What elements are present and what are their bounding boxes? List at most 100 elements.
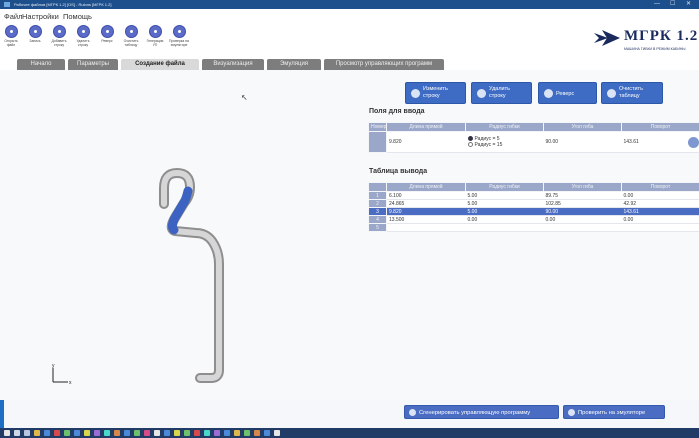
menu-settings[interactable]: Настройки: [22, 12, 59, 21]
reverse-button[interactable]: Реверс: [96, 25, 118, 43]
radius-option-15[interactable]: Радиус = 15: [467, 142, 542, 148]
col-radius: Радиус гибки: [465, 122, 544, 132]
table-row[interactable]: 4 13.500 0.00 0.00 0.00: [368, 215, 699, 224]
taskbar: [0, 428, 699, 438]
out-col-length: Длина прямой: [386, 182, 466, 192]
taskbar-app-icon[interactable]: [224, 430, 230, 436]
apply-icon[interactable]: [688, 137, 699, 148]
taskbar-app-icon[interactable]: [234, 430, 240, 436]
menu-help[interactable]: Помощь: [63, 12, 92, 21]
output-section-title: Таблица вывода: [369, 168, 428, 175]
taskbar-app-icon[interactable]: [134, 430, 140, 436]
table-row[interactable]: 5: [368, 223, 699, 232]
taskbar-app-icon[interactable]: [94, 430, 100, 436]
start-icon[interactable]: [4, 430, 10, 436]
check-emulator-bottom-button[interactable]: Проверить на эмуляторе: [563, 405, 665, 419]
taskbar-app-icon[interactable]: [264, 430, 270, 436]
length-input[interactable]: 9.820: [386, 131, 466, 153]
open-file-button[interactable]: Открыть файл: [0, 25, 22, 47]
maximize-icon[interactable]: ☐: [670, 0, 675, 9]
taskbar-app-icon[interactable]: [144, 430, 150, 436]
logo: МГРК 1.2 МАШИНА ГИБКИ В РЕЖИМ КАБИНЫ: [594, 26, 699, 56]
out-col-angle: Угол гиба: [543, 182, 622, 192]
table-row-selected[interactable]: 3 9.820 5.00 90.00 143.61: [368, 207, 699, 216]
edit-row-button[interactable]: Изменить строку: [405, 82, 466, 104]
taskbar-app-icon[interactable]: [24, 430, 30, 436]
add-icon: [52, 25, 66, 38]
reverse-action-button[interactable]: Реверс: [538, 82, 597, 104]
reverse-icon: [544, 89, 553, 98]
input-row-number: [368, 131, 387, 153]
clear-icon: [124, 25, 138, 38]
table-row[interactable]: 2 24.865 5.00 102.85 42.92: [368, 199, 699, 208]
input-section-title: Поля для ввода: [369, 108, 425, 115]
close-icon[interactable]: ✕: [686, 0, 691, 9]
taskbar-app-icon[interactable]: [164, 430, 170, 436]
taskbar-folder-icon[interactable]: [34, 430, 40, 436]
save-button[interactable]: Запись: [24, 25, 46, 43]
taskbar-search-icon[interactable]: [14, 430, 20, 436]
tab-start[interactable]: Начало: [17, 59, 65, 70]
radius-options: Радиус = 5 Радиус = 15: [465, 131, 544, 153]
taskbar-app-icon[interactable]: [174, 430, 180, 436]
tab-visualization[interactable]: Визуализация: [202, 59, 264, 70]
taskbar-app-icon[interactable]: [74, 430, 80, 436]
menu-bar: Файл Настройки Помощь: [0, 9, 699, 23]
taskbar-app-icon[interactable]: [254, 430, 260, 436]
taskbar-app-icon[interactable]: [124, 430, 130, 436]
generate-program-button[interactable]: Генерация УП: [144, 25, 166, 47]
check-icon: [172, 25, 186, 38]
col-length: Длина прямой: [386, 122, 466, 132]
taskbar-app-icon[interactable]: [104, 430, 110, 436]
3d-viewer[interactable]: y x ↖: [0, 70, 362, 400]
tab-programs[interactable]: Просмотр управляющих программ: [324, 59, 444, 70]
delete-row-action-button[interactable]: Удалить строку: [471, 82, 532, 104]
generate-icon: [148, 25, 162, 38]
axis-gizmo: [52, 368, 68, 383]
angle-input[interactable]: 90.00: [543, 131, 622, 153]
taskbar-app-icon[interactable]: [214, 430, 220, 436]
table-row[interactable]: 1 6.100 5.00 89.75 0.00: [368, 191, 699, 200]
col-number: Номер: [368, 122, 387, 132]
delete-icon: [477, 89, 486, 98]
taskbar-app-icon[interactable]: [84, 430, 90, 436]
taskbar-app-icon[interactable]: [204, 430, 210, 436]
clear-table-button[interactable]: Очистить таблицу: [120, 25, 142, 47]
minimize-icon[interactable]: —: [654, 0, 660, 9]
remove-icon: [76, 25, 90, 38]
taskbar-app-icon[interactable]: [54, 430, 60, 436]
taskbar-app-icon[interactable]: [114, 430, 120, 436]
logo-subtitle: МАШИНА ГИБКИ В РЕЖИМ КАБИНЫ: [624, 47, 686, 51]
generate-program-bottom-button[interactable]: Сгенерировать управляющую программу: [404, 405, 559, 419]
output-table: Длина прямой Радиус гибки Угол гиба Пово…: [368, 182, 699, 232]
window-title: Рабочее файлов [MГРК 1.2] [OS] - Rulons …: [14, 2, 112, 7]
axis-y-label: y: [52, 363, 55, 369]
radio-checked-icon: [467, 136, 473, 142]
check-icon: [568, 409, 575, 416]
taskbar-app-icon[interactable]: [274, 430, 280, 436]
delete-row-button[interactable]: Удалить строку: [72, 25, 94, 47]
taskbar-app-icon[interactable]: [64, 430, 70, 436]
pipe-model: y x ↖: [52, 93, 248, 386]
radio-unchecked-icon: [467, 142, 473, 148]
taskbar-app-icon[interactable]: [154, 430, 160, 436]
app-icon: [4, 2, 10, 7]
menu-file[interactable]: Файл: [4, 12, 22, 21]
edit-icon: [411, 89, 420, 98]
tab-create-file[interactable]: Создание файла: [121, 59, 199, 70]
clear-table-action-button[interactable]: Очистить таблицу: [601, 82, 663, 104]
logo-name: МГРК 1.2: [624, 28, 699, 44]
out-col-radius: Радиус гибки: [465, 182, 544, 192]
reverse-icon: [100, 25, 114, 38]
tab-bar: Начало Параметры Создание файла Визуализ…: [0, 57, 699, 70]
taskbar-app-icon[interactable]: [44, 430, 50, 436]
taskbar-app-icon[interactable]: [244, 430, 250, 436]
emulator-check-button[interactable]: Проверка на эмуляторе: [168, 25, 190, 47]
col-rotation: Поворот: [621, 122, 699, 132]
taskbar-app-icon[interactable]: [184, 430, 190, 436]
out-col-rotation: Поворот: [621, 182, 699, 192]
tab-emulation[interactable]: Эмуляция: [267, 59, 321, 70]
taskbar-app-icon[interactable]: [194, 430, 200, 436]
add-row-button[interactable]: Добавить строку: [48, 25, 70, 47]
tab-parameters[interactable]: Параметры: [68, 59, 118, 70]
